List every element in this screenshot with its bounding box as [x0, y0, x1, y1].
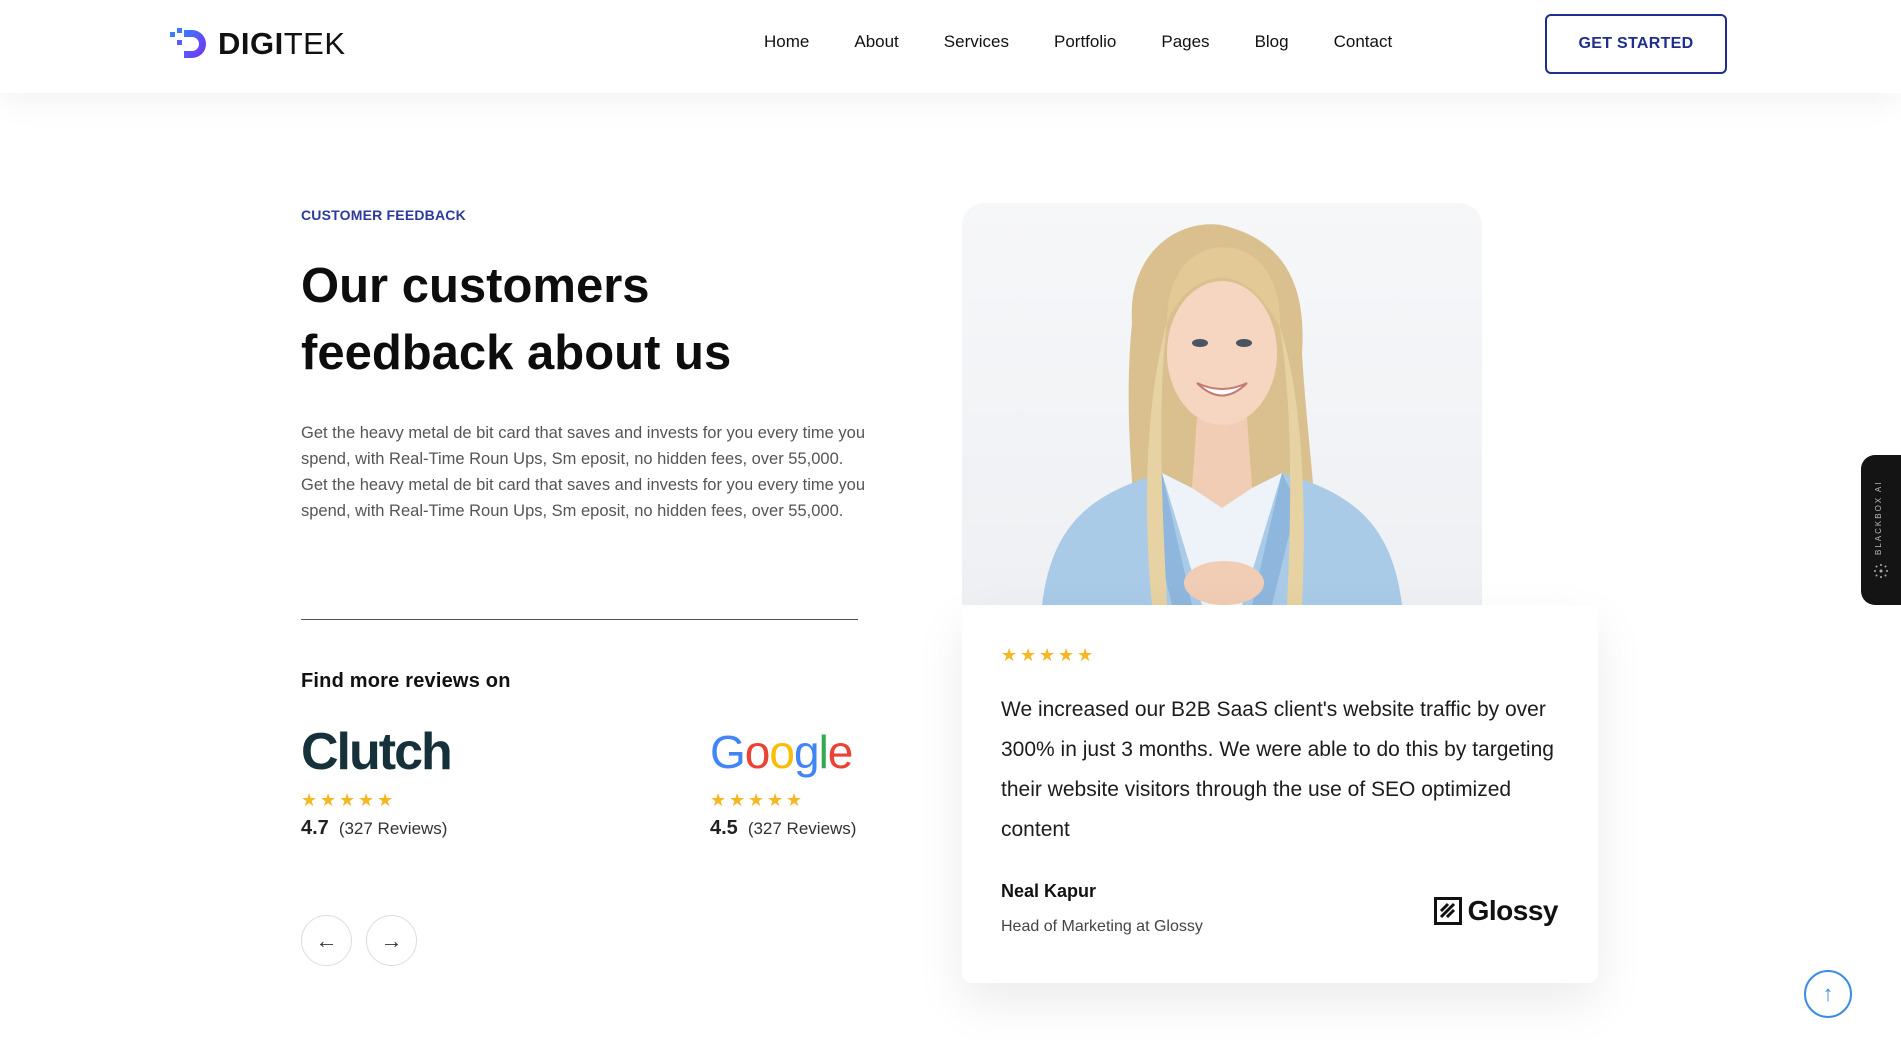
star-icon: ★ — [786, 790, 803, 810]
star-icon: ★ — [1077, 645, 1094, 665]
clutch-stars: ★ ★ ★ ★ ★ — [301, 790, 451, 810]
star-icon: ★ — [320, 790, 337, 810]
side-widget-label: BLACKBOX AI — [1874, 480, 1883, 555]
section-divider — [301, 619, 858, 620]
get-started-button[interactable]: GET STARTED — [1545, 14, 1727, 74]
customer-photo — [962, 203, 1482, 605]
nav-contact[interactable]: Contact — [1334, 32, 1393, 52]
star-icon: ★ — [1039, 645, 1056, 665]
testimonial-stars: ★ ★ ★ ★ ★ — [1001, 645, 1094, 665]
star-icon: ★ — [339, 790, 356, 810]
google-stars: ★ ★ ★ ★ ★ — [710, 790, 856, 810]
arrow-left-icon: ← — [315, 927, 338, 953]
google-score-row: 4.5 (327 Reviews) — [710, 817, 856, 840]
description-paragraph-1: Get the heavy metal de bit card that sav… — [301, 424, 866, 468]
prev-button[interactable]: ← — [301, 915, 352, 966]
digitek-logo-icon — [170, 28, 206, 58]
arrow-up-icon: ↑ — [1822, 981, 1834, 1006]
scroll-to-top-button[interactable]: ↑ — [1804, 970, 1852, 1018]
google-review[interactable]: Google ★ ★ ★ ★ ★ 4.5 (327 Reviews) — [710, 722, 856, 840]
testimonial-card: ★ ★ ★ ★ ★ We increased our B2B SaaS clie… — [962, 605, 1598, 983]
nav-services[interactable]: Services — [944, 32, 1009, 52]
nav-about[interactable]: About — [854, 32, 898, 52]
clutch-score-row: 4.7 (327 Reviews) — [301, 817, 451, 840]
section-eyebrow: CUSTOMER FEEDBACK — [301, 207, 466, 223]
nav-pages[interactable]: Pages — [1161, 32, 1209, 52]
section-title: Our customers feedback about us — [301, 253, 861, 387]
brand-name: DIGITEK — [218, 26, 346, 61]
clutch-review-count: (327 Reviews) — [338, 819, 448, 838]
testimonial-author-role: Head of Marketing at Glossy — [1001, 918, 1203, 935]
arrow-right-icon: → — [380, 927, 403, 953]
star-icon: ★ — [1020, 645, 1037, 665]
title-line-2: feedback about us — [301, 326, 732, 380]
section-description: Get the heavy metal de bit card that sav… — [301, 420, 871, 524]
nav-portfolio[interactable]: Portfolio — [1054, 32, 1116, 52]
main-nav: Home About Services Portfolio Pages Blog… — [764, 32, 1437, 52]
star-icon: ★ — [729, 790, 746, 810]
star-icon: ★ — [767, 790, 784, 810]
star-icon: ★ — [358, 790, 375, 810]
clutch-logo: Clutch — [301, 723, 453, 781]
star-icon: ★ — [377, 790, 394, 810]
brand-logo[interactable]: DIGITEK — [170, 26, 346, 62]
google-review-count: (327 Reviews) — [747, 819, 857, 838]
nav-home[interactable]: Home — [764, 32, 809, 52]
company-logo: Glossy — [1433, 895, 1559, 927]
star-icon: ★ — [301, 790, 318, 810]
star-icon: ★ — [1001, 645, 1018, 665]
star-icon: ★ — [748, 790, 765, 810]
star-icon: ★ — [1058, 645, 1075, 665]
testimonial-quote: We increased our B2B SaaS client's websi… — [1001, 698, 1554, 841]
testimonial-author-name: Neal Kapur — [1001, 881, 1097, 901]
next-button[interactable]: → — [366, 915, 417, 966]
description-paragraph-2: Get the heavy metal de bit card that sav… — [301, 476, 866, 520]
title-line-1: Our customers — [301, 259, 650, 313]
customer-portrait-image — [1042, 224, 1402, 605]
google-rating: 4.5 — [710, 817, 738, 839]
site-header: DIGITEK Home About Services Portfolio Pa… — [0, 0, 1901, 93]
sparkle-icon — [1874, 564, 1888, 578]
star-icon: ★ — [710, 790, 727, 810]
glossy-logo-icon — [1433, 897, 1462, 925]
nav-blog[interactable]: Blog — [1255, 32, 1289, 52]
company-name: Glossy — [1467, 895, 1559, 926]
clutch-rating: 4.7 — [301, 817, 329, 839]
google-logo: Google — [710, 726, 853, 778]
clutch-review[interactable]: Clutch ★ ★ ★ ★ ★ 4.7 (327 Reviews) — [301, 722, 453, 840]
side-assistant-widget[interactable]: BLACKBOX AI — [1861, 455, 1901, 605]
find-reviews-heading: Find more reviews on — [301, 670, 511, 692]
